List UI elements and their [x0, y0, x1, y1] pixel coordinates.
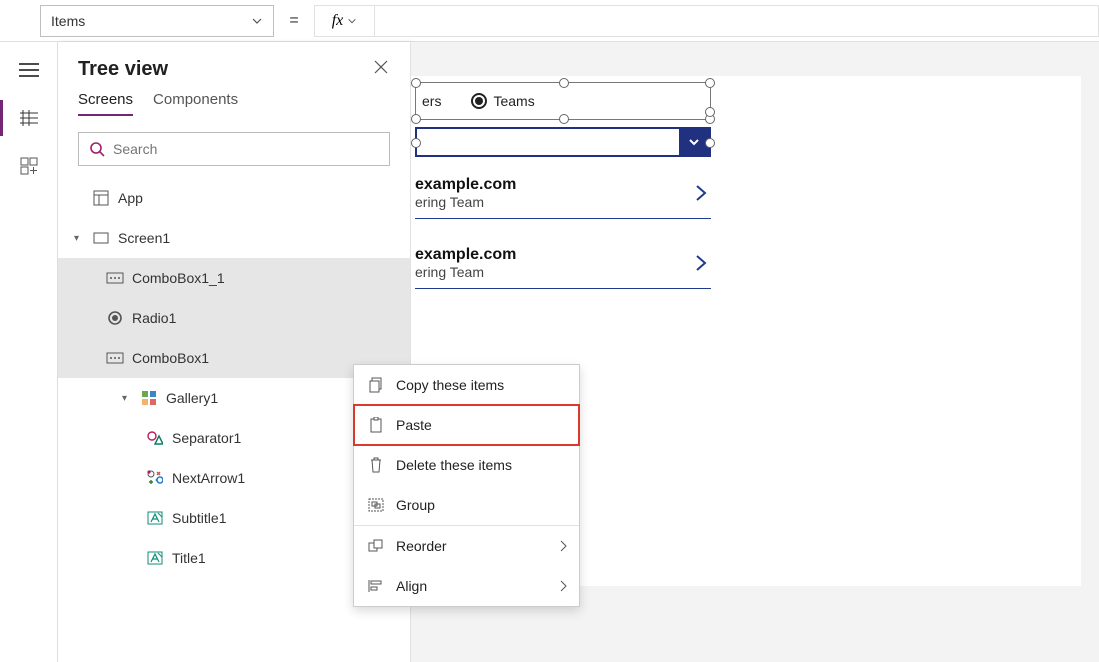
icons-icon	[146, 469, 164, 487]
screen-icon	[92, 229, 110, 247]
left-rail	[0, 42, 58, 662]
combobox-icon	[106, 269, 124, 287]
gallery-item-subtitle: ering Team	[415, 194, 693, 210]
tree-item-label: ComboBox1	[132, 350, 209, 366]
trash-icon	[368, 457, 384, 473]
tree-item-label: App	[118, 190, 143, 206]
context-menu: Copy these items Paste Delete these item…	[353, 364, 580, 607]
reorder-icon	[368, 538, 384, 554]
selection-handle[interactable]	[411, 138, 421, 148]
gallery-icon	[140, 389, 158, 407]
chevron-down-icon: ▾	[122, 393, 132, 404]
tree-item-label: Title1	[172, 550, 206, 566]
gallery-item-title: example.com	[415, 176, 693, 194]
hamburger-icon[interactable]	[15, 60, 43, 80]
tree-item-app[interactable]: App	[58, 178, 410, 218]
radio-option-label: ers	[422, 93, 441, 109]
gallery-item[interactable]: example.com ering Team	[415, 170, 711, 219]
tree-tabs: Screens Components	[58, 91, 410, 124]
tree-item-combobox1-1[interactable]: ComboBox1_1	[58, 258, 410, 298]
ctx-label: Copy these items	[396, 377, 504, 393]
selection-handle[interactable]	[705, 138, 715, 148]
ctx-delete[interactable]: Delete these items	[354, 445, 579, 485]
formula-input[interactable]	[374, 5, 1099, 37]
gallery-item[interactable]: example.com ering Team	[415, 240, 711, 289]
fx-button[interactable]: fx	[314, 5, 374, 37]
group-icon	[368, 497, 384, 513]
ctx-paste[interactable]: Paste	[354, 405, 579, 445]
ctx-label: Reorder	[396, 538, 447, 554]
chevron-right-icon	[559, 580, 567, 592]
tree-item-label: Radio1	[132, 310, 176, 326]
equals-sign: =	[274, 12, 314, 30]
shape-icon	[146, 429, 164, 447]
fx-label: fx	[332, 12, 344, 30]
chevron-right-icon[interactable]	[693, 253, 711, 273]
property-name: Items	[51, 13, 85, 29]
selection-handle[interactable]	[411, 114, 421, 124]
radio-dot-icon	[471, 93, 487, 109]
ctx-label: Align	[396, 578, 427, 594]
tree-item-label: NextArrow1	[172, 470, 245, 486]
chevron-right-icon	[559, 540, 567, 552]
gallery-item-title: example.com	[415, 246, 693, 264]
tree-view-nav-icon[interactable]	[15, 108, 43, 128]
tab-components[interactable]: Components	[153, 91, 238, 116]
search-icon	[89, 141, 105, 157]
tree-item-label: Screen1	[118, 230, 170, 246]
radio-option-label: Teams	[493, 93, 534, 109]
tree-item-label: Separator1	[172, 430, 241, 446]
ctx-reorder[interactable]: Reorder	[354, 526, 579, 566]
chevron-right-icon[interactable]	[693, 183, 711, 203]
combobox-control[interactable]	[415, 127, 711, 157]
combobox-icon	[106, 349, 124, 367]
selection-handle[interactable]	[411, 78, 421, 88]
app-icon	[92, 189, 110, 207]
selection-handle[interactable]	[705, 107, 715, 117]
ctx-label: Group	[396, 497, 435, 513]
close-icon[interactable]	[374, 60, 388, 74]
tree-item-label: ComboBox1_1	[132, 270, 225, 286]
tab-screens[interactable]: Screens	[78, 91, 133, 116]
tree-item-label: Subtitle1	[172, 510, 226, 526]
chevron-down-icon: ▾	[74, 233, 84, 244]
selection-handle[interactable]	[705, 78, 715, 88]
chevron-down-icon	[347, 16, 357, 26]
ctx-label: Delete these items	[396, 457, 512, 473]
radio-control[interactable]: ers Teams	[415, 82, 711, 120]
tree-item-screen1[interactable]: ▾ Screen1	[58, 218, 410, 258]
copy-icon	[368, 377, 384, 393]
label-icon	[146, 509, 164, 527]
align-icon	[368, 578, 384, 594]
radio-icon	[106, 309, 124, 327]
selection-handle[interactable]	[559, 78, 569, 88]
radio-option-2[interactable]: Teams	[465, 93, 534, 109]
paste-icon	[368, 417, 384, 433]
ctx-copy[interactable]: Copy these items	[354, 365, 579, 405]
tree-search[interactable]	[78, 132, 390, 166]
ctx-label: Paste	[396, 417, 432, 433]
label-icon	[146, 549, 164, 567]
selection-handle[interactable]	[559, 114, 569, 124]
tree-item-label: Gallery1	[166, 390, 218, 406]
property-dropdown[interactable]: Items	[40, 5, 274, 37]
radio-option-1[interactable]: ers	[416, 93, 441, 109]
insert-nav-icon[interactable]	[15, 156, 43, 176]
tree-view-title: Tree view	[58, 42, 410, 91]
search-input[interactable]	[113, 141, 379, 157]
formula-bar: Items = fx	[0, 0, 1099, 42]
ctx-group[interactable]: Group	[354, 485, 579, 525]
chevron-down-icon	[251, 15, 263, 27]
tree-item-radio1[interactable]: Radio1	[58, 298, 410, 338]
gallery-item-subtitle: ering Team	[415, 264, 693, 280]
ctx-align[interactable]: Align	[354, 566, 579, 606]
